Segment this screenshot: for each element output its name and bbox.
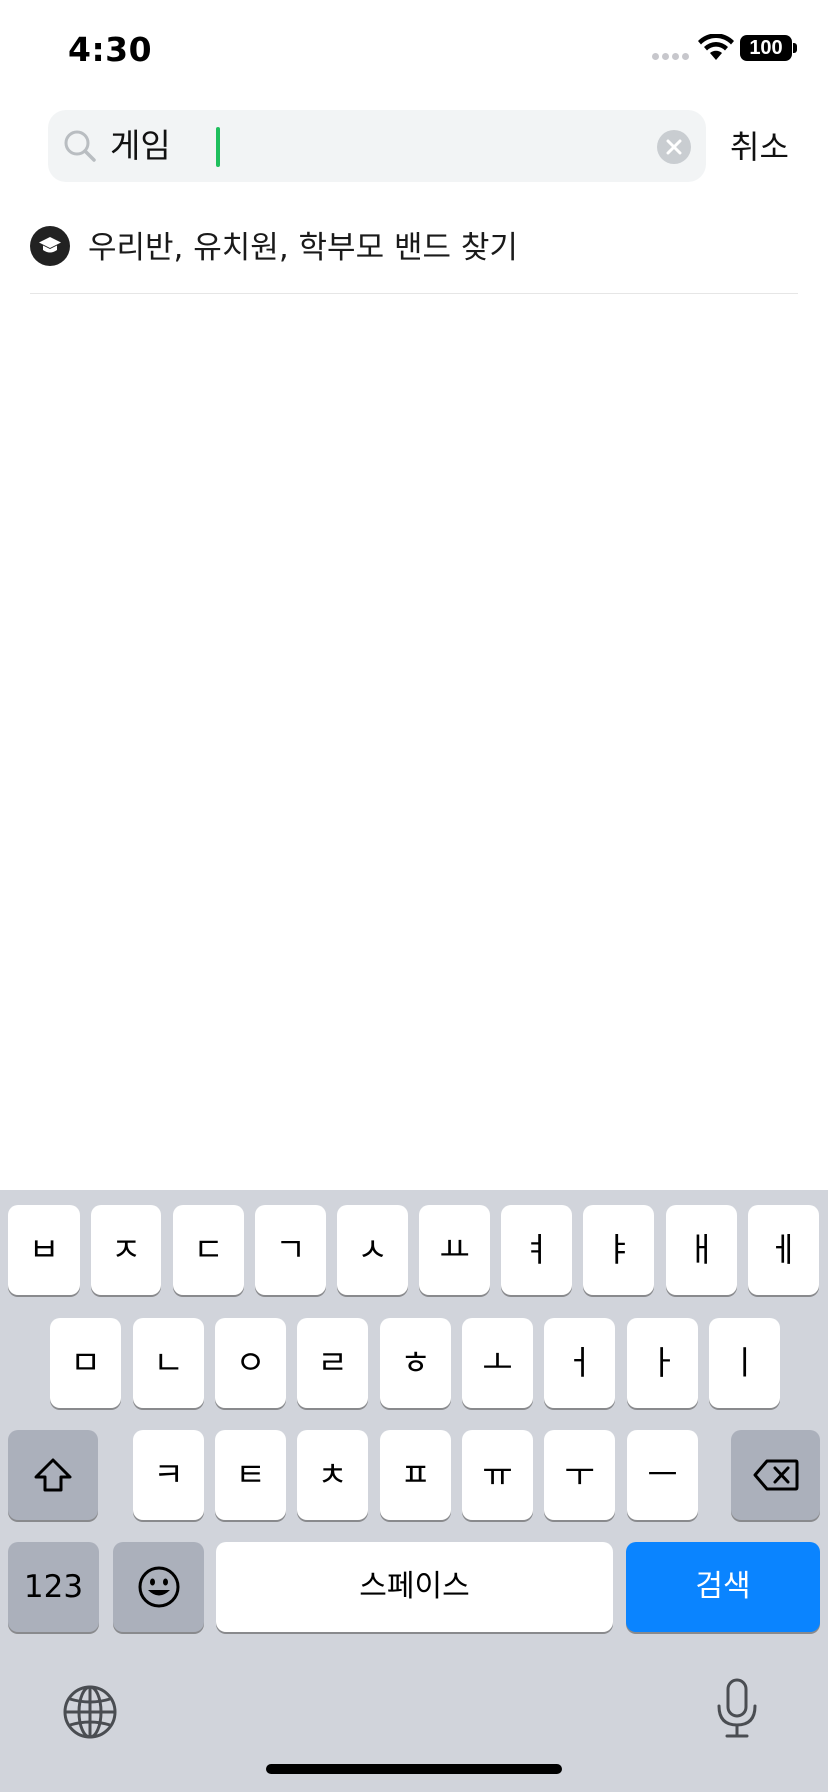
- key-yu[interactable]: ㅠ: [462, 1430, 533, 1520]
- key-tieut[interactable]: ㅌ: [215, 1430, 286, 1520]
- search-key[interactable]: 검색: [626, 1542, 820, 1632]
- key-nieun[interactable]: ㄴ: [133, 1318, 204, 1408]
- text-caret: [216, 127, 220, 167]
- key-e[interactable]: ㅔ: [748, 1205, 819, 1295]
- backspace-key[interactable]: [731, 1430, 820, 1520]
- key-mieum[interactable]: ㅁ: [50, 1318, 121, 1408]
- backspace-icon: [753, 1459, 798, 1491]
- numbers-key[interactable]: 123: [8, 1542, 99, 1632]
- key-rieul[interactable]: ㄹ: [297, 1318, 368, 1408]
- key-bieup[interactable]: ㅂ: [8, 1205, 80, 1295]
- suggestion-item[interactable]: 우리반, 유치원, 학부모 밴드 찾기: [30, 218, 798, 294]
- wifi-icon: [698, 34, 734, 60]
- key-hieut[interactable]: ㅎ: [380, 1318, 451, 1408]
- key-ieung[interactable]: ㅇ: [215, 1318, 286, 1408]
- key-o[interactable]: ㅗ: [462, 1318, 533, 1408]
- key-siot[interactable]: ㅅ: [337, 1205, 408, 1295]
- key-kieuk[interactable]: ㅋ: [133, 1430, 204, 1520]
- battery-indicator: 100: [740, 35, 792, 61]
- status-time: 4:30: [68, 30, 153, 69]
- key-eo[interactable]: ㅓ: [544, 1318, 615, 1408]
- key-pieup[interactable]: ㅍ: [380, 1430, 451, 1520]
- key-yo[interactable]: ㅛ: [419, 1205, 490, 1295]
- emoji-key[interactable]: [113, 1542, 204, 1632]
- search-icon: [64, 130, 96, 162]
- shift-icon: [34, 1458, 72, 1492]
- key-i[interactable]: ㅣ: [709, 1318, 780, 1408]
- key-ya[interactable]: ㅑ: [583, 1205, 654, 1295]
- key-a[interactable]: ㅏ: [627, 1318, 698, 1408]
- search-input[interactable]: [110, 120, 630, 172]
- key-giyeok[interactable]: ㄱ: [255, 1205, 326, 1295]
- search-box[interactable]: [48, 110, 706, 182]
- suggestion-label: 우리반, 유치원, 학부모 밴드 찾기: [88, 230, 518, 266]
- close-icon: [666, 139, 682, 155]
- key-jieut[interactable]: ㅈ: [91, 1205, 161, 1295]
- graduation-cap-icon: [30, 226, 70, 266]
- key-chieut[interactable]: ㅊ: [297, 1430, 368, 1520]
- home-indicator: [266, 1764, 562, 1774]
- key-yeo[interactable]: ㅕ: [501, 1205, 572, 1295]
- battery-tip: [793, 43, 797, 53]
- cancel-button[interactable]: 취소: [730, 122, 789, 168]
- key-u[interactable]: ㅜ: [544, 1430, 615, 1520]
- key-digeut[interactable]: ㄷ: [173, 1205, 244, 1295]
- status-bar: 4:30 100: [0, 0, 828, 100]
- clear-search-button[interactable]: [657, 130, 691, 164]
- cellular-signal-icon: [652, 53, 690, 61]
- key-eu[interactable]: ㅡ: [627, 1430, 698, 1520]
- microphone-icon[interactable]: [714, 1678, 760, 1740]
- shift-key[interactable]: [8, 1430, 98, 1520]
- space-key[interactable]: 스페이스: [216, 1542, 613, 1632]
- emoji-icon: [138, 1566, 179, 1608]
- key-ae[interactable]: ㅐ: [666, 1205, 737, 1295]
- globe-icon[interactable]: [62, 1684, 118, 1740]
